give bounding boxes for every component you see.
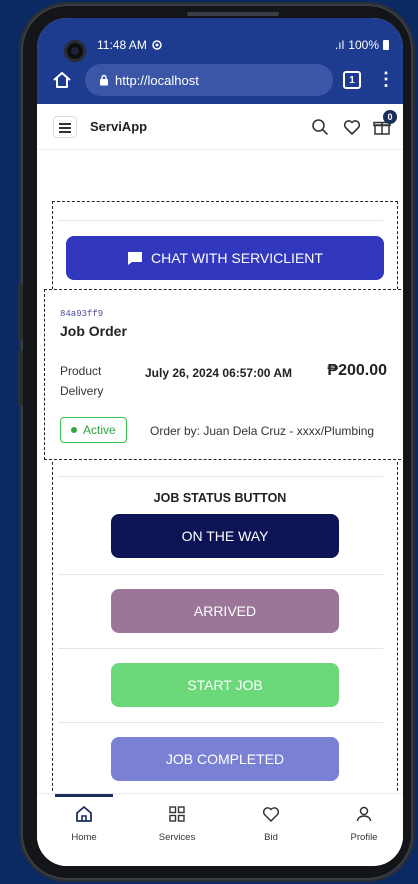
- arrived-label: ARRIVED: [193, 603, 257, 619]
- job-order-card[interactable]: 84a93ff9 Job Order Product Delivery July…: [44, 289, 403, 460]
- nav-profile-label: Profile: [350, 832, 378, 843]
- nav-bid[interactable]: Bid: [236, 804, 306, 843]
- divider: [58, 220, 383, 221]
- order-date: July 26, 2024 06:57:00 AM: [145, 366, 292, 380]
- status-badge: Active: [60, 417, 127, 443]
- browser-home-icon[interactable]: [51, 69, 73, 91]
- start-job-label: START JOB: [187, 677, 263, 693]
- nav-profile[interactable]: Profile: [329, 804, 399, 843]
- start-job-button[interactable]: START JOB: [111, 663, 339, 707]
- signal-icon: .ıl: [334, 38, 345, 52]
- battery-percent: 100%: [348, 38, 379, 52]
- home-icon: [76, 806, 92, 822]
- tab-count: 1: [349, 74, 355, 86]
- product-label: Product: [60, 364, 102, 378]
- browser-menu-icon[interactable]: ⋮: [377, 68, 395, 90]
- divider: [58, 722, 383, 723]
- device-screen: 11:48 AM .ıl 100% http://localhost 1 ⋮ S…: [37, 18, 403, 866]
- divider: [58, 476, 383, 477]
- divider: [58, 648, 383, 649]
- status-dot: [71, 427, 77, 433]
- url-bar[interactable]: http://localhost: [85, 64, 333, 96]
- cart-button[interactable]: 0: [371, 110, 397, 138]
- nav-services[interactable]: Services: [142, 804, 212, 843]
- on-the-way-button[interactable]: ON THE WAY: [111, 514, 339, 558]
- user-icon: [356, 806, 372, 822]
- arrived-button[interactable]: ARRIVED: [111, 589, 339, 633]
- search-icon[interactable]: [309, 116, 331, 138]
- bottom-navigation: Home Services Bid Profile: [37, 793, 403, 866]
- power-button: [18, 350, 23, 406]
- app-header: ServiApp 0: [37, 104, 403, 150]
- chat-button-label: CHAT WITH SERVICLIENT: [151, 250, 323, 266]
- heart-icon: [262, 807, 280, 822]
- battery-icon: [383, 40, 389, 50]
- order-title: Job Order: [60, 323, 127, 339]
- volume-button: [18, 284, 23, 340]
- app-brand[interactable]: ServiApp: [90, 119, 147, 134]
- nav-bid-label: Bid: [264, 832, 278, 843]
- status-indicators: .ıl 100%: [335, 38, 389, 52]
- hamburger-menu-icon[interactable]: [53, 116, 77, 138]
- cart-count-badge: 0: [383, 110, 397, 124]
- wishlist-heart-icon[interactable]: [341, 116, 363, 138]
- on-the-way-label: ON THE WAY: [181, 528, 269, 544]
- browser-top-bar: 11:48 AM .ıl 100% http://localhost 1 ⋮: [37, 18, 403, 104]
- hotspot-icon: [152, 40, 162, 50]
- status-text: Active: [83, 423, 116, 437]
- speaker-grille: [187, 12, 279, 16]
- job-completed-button[interactable]: JOB COMPLETED: [111, 737, 339, 781]
- nav-home[interactable]: Home: [49, 804, 119, 843]
- grid-icon: [169, 806, 185, 822]
- url-text: http://localhost: [115, 72, 199, 88]
- active-tab-indicator: [55, 794, 113, 797]
- job-status-title: JOB STATUS BUTTON: [153, 491, 287, 505]
- order-price: ₱200.00: [327, 362, 387, 379]
- divider: [58, 574, 383, 575]
- front-camera: [64, 40, 86, 62]
- status-time: 11:48 AM: [97, 38, 162, 52]
- nav-home-label: Home: [71, 832, 97, 843]
- time-text: 11:48 AM: [97, 38, 147, 52]
- delivery-label: Delivery: [60, 384, 104, 398]
- chat-with-serviclient-button[interactable]: CHAT WITH SERVICLIENT: [66, 236, 384, 280]
- chat-bubble-icon: [128, 251, 143, 265]
- ordered-by: Order by: Juan Dela Cruz - xxxx/Plumbing: [150, 424, 375, 438]
- order-id: 84a93ff9: [60, 309, 104, 319]
- nav-services-label: Services: [158, 832, 196, 843]
- lock-icon: [100, 74, 108, 86]
- tab-switcher-button[interactable]: 1: [343, 71, 361, 89]
- job-completed-label: JOB COMPLETED: [165, 751, 285, 767]
